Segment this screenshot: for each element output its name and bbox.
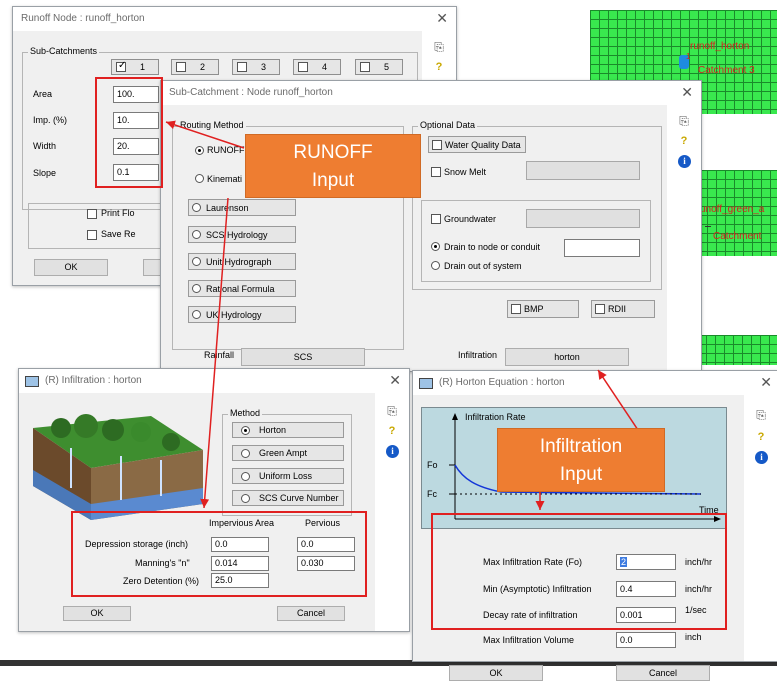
callout-line-2: Input [311, 170, 355, 191]
button-label: OK [489, 668, 503, 678]
callout-line-2: Input [559, 464, 603, 485]
callout-line-1: RUNOFF [293, 142, 373, 163]
annotation-arrows [165, 120, 639, 510]
runoff-input-callout: RUNOFF Input [245, 134, 421, 198]
horton-cancel-button[interactable]: Cancel [616, 665, 710, 681]
callout-line-1: Infiltration [539, 436, 623, 457]
infiltration-input-callout: Infiltration Input [497, 428, 665, 492]
button-label: Cancel [648, 668, 677, 678]
horton-ok-button[interactable]: OK [449, 665, 543, 681]
